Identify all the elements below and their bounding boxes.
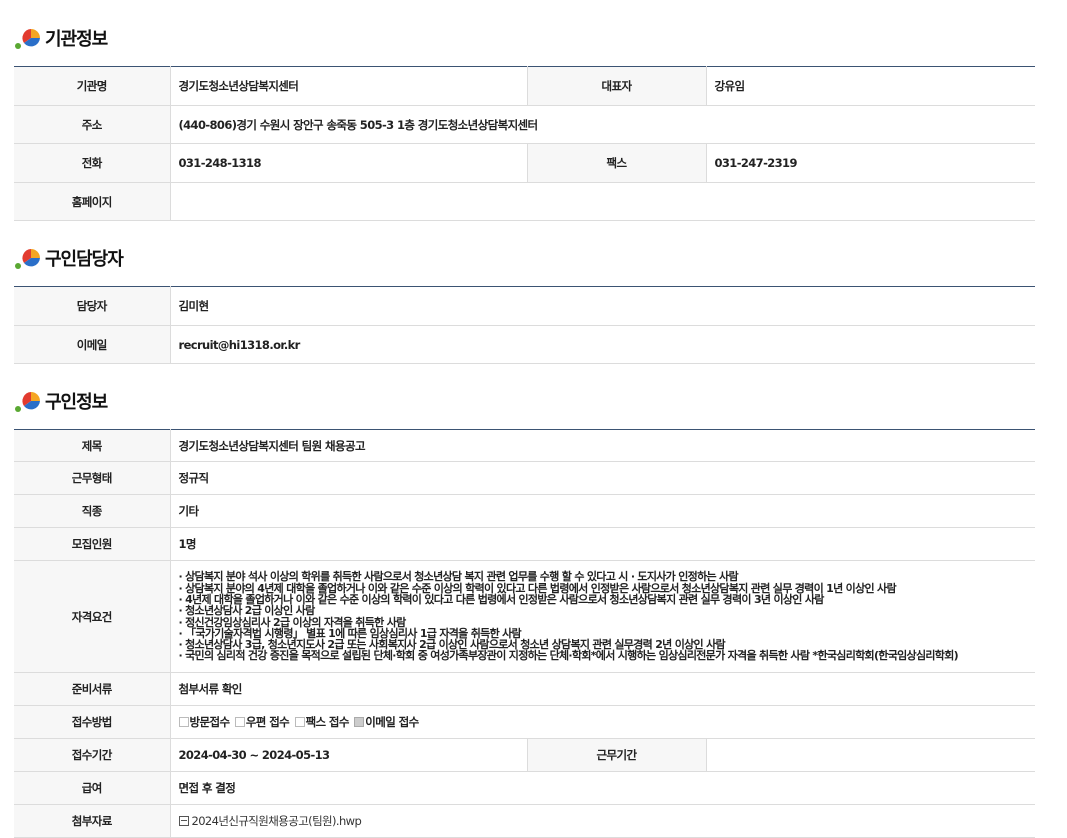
org-fax-value: 031-247-2319 — [705, 143, 1035, 183]
job-type-value: 정규직 — [169, 461, 1035, 495]
method-email[interactable]: 이메일 접수 — [354, 715, 419, 729]
job-title-label: 제목 — [14, 429, 170, 462]
checkbox-icon[interactable] — [294, 717, 305, 727]
org-rep-value: 강유임 — [705, 66, 1035, 106]
contact-email-value[interactable]: recruit@hi1318.or.kr — [169, 325, 1035, 364]
job-category-value: 기타 — [169, 494, 1035, 528]
job-attach-label: 첨부자료 — [14, 804, 170, 838]
list-item: · 국민의 심리적 건강 증진을 목적으로 설립된 단체·학회 중 여성가족부장… — [178, 649, 959, 663]
job-headcount-value: 1명 — [169, 527, 1035, 561]
job-docs-value: 첨부서류 확인 — [169, 672, 1035, 706]
table-row: 자격요건 · 상담복지 분야 석사 이상의 학위를 취득한 사람으로서 청소년상… — [14, 560, 1036, 673]
job-info-table: 제목 경기도청소년상담복지센터 팀원 채용공고 근무형태 정규직 직종 기타 모… — [14, 429, 1035, 838]
checkbox-icon[interactable] — [178, 717, 189, 727]
contact-person-value: 김미현 — [169, 286, 1035, 326]
contact-info-table: 담당자 김미현 이메일 recruit@hi1318.or.kr — [14, 286, 1035, 364]
checkbox-icon[interactable] — [354, 717, 365, 727]
job-title-value: 경기도청소년상담복지센터 팀원 채용공고 — [169, 429, 1035, 462]
table-row: 모집인원 1명 — [14, 527, 1035, 561]
table-row: 담당자 김미현 — [14, 286, 1035, 326]
job-logo-icon — [15, 392, 40, 412]
table-row: 기관명 경기도청소년상담복지센터 대표자 강유임 — [14, 66, 1035, 106]
file-icon — [178, 816, 189, 826]
org-phone-value: 031-248-1318 — [169, 143, 527, 183]
section-title-contact-text: 구인담당자 — [45, 249, 124, 270]
method-email-label: 이메일 접수 — [365, 715, 419, 729]
job-salary-label: 급여 — [14, 771, 170, 805]
table-row: 이메일 recruit@hi1318.or.kr — [14, 325, 1035, 364]
method-fax[interactable]: 팩스 접수 — [294, 715, 350, 729]
job-period-label: 접수기간 — [14, 738, 170, 772]
table-row: 접수방법 방문접수 우편 접수 팩스 접수 이메일 접수 — [14, 705, 1035, 739]
job-type-label: 근무형태 — [14, 461, 170, 495]
job-qual-value: · 상담복지 분야 석사 이상의 학위를 취득한 사람으로서 청소년상담 복지 … — [169, 560, 1036, 673]
section-title-org-text: 기관정보 — [45, 29, 108, 50]
org-name-value: 경기도청소년상담복지센터 — [169, 66, 527, 106]
table-row: 근무형태 정규직 — [14, 461, 1035, 495]
org-phone-label: 전화 — [14, 143, 170, 183]
table-row: 준비서류 첨부서류 확인 — [14, 672, 1035, 706]
method-visit-label: 방문접수 — [189, 715, 231, 729]
table-row: 첨부자료 2024년신규직원채용공고(팀원).hwp — [14, 804, 1035, 838]
table-row: 직종 기타 — [14, 494, 1035, 528]
list-item: · 상담복지 분야 석사 이상의 학위를 취득한 사람으로서 청소년상담 복지 … — [178, 570, 739, 584]
job-work-period-value — [705, 738, 1035, 772]
job-method-label: 접수방법 — [14, 705, 170, 739]
job-salary-value: 면접 후 결정 — [169, 771, 1035, 805]
org-info-table: 기관명 경기도청소년상담복지센터 대표자 강유임 주소 (440-806)경기 … — [14, 66, 1035, 221]
job-attach-value: 2024년신규직원채용공고(팀원).hwp — [169, 804, 1035, 838]
job-work-period-label: 근무기간 — [526, 738, 706, 772]
table-row: 제목 경기도청소년상담복지센터 팀원 채용공고 — [14, 429, 1035, 462]
qualification-list: · 상담복지 분야 석사 이상의 학위를 취득한 사람으로서 청소년상담 복지 … — [178, 570, 1036, 663]
method-mail-label: 우편 접수 — [245, 715, 290, 729]
org-address-value: (440-806)경기 수원시 장안구 송죽동 505-3 1층 경기도청소년상… — [169, 105, 1035, 144]
attachment-link[interactable]: 2024년신규직원채용공고(팀원).hwp — [192, 814, 362, 828]
section-title-contact: 구인담당자 — [14, 245, 124, 271]
table-row: 전화 031-248-1318 팩스 031-247-2319 — [14, 143, 1035, 183]
contact-logo-icon — [15, 249, 40, 269]
table-row: 접수기간 2024-04-30 ~ 2024-05-13 근무기간 — [14, 738, 1035, 772]
job-docs-label: 준비서류 — [14, 672, 170, 706]
org-homepage-label: 홈페이지 — [14, 182, 170, 221]
section-title-job-text: 구인정보 — [45, 392, 108, 413]
org-name-label: 기관명 — [14, 66, 170, 106]
org-rep-label: 대표자 — [526, 66, 706, 106]
checkbox-icon[interactable] — [234, 717, 245, 727]
job-headcount-label: 모집인원 — [14, 527, 170, 561]
org-fax-label: 팩스 — [526, 143, 706, 183]
org-homepage-value[interactable] — [169, 182, 1035, 221]
job-category-label: 직종 — [14, 494, 170, 528]
job-method-value: 방문접수 우편 접수 팩스 접수 이메일 접수 — [169, 705, 1035, 739]
org-address-label: 주소 — [14, 105, 170, 144]
job-qual-label: 자격요건 — [14, 560, 170, 673]
list-item: · 청소년상담사 2급 이상인 사람 — [178, 604, 316, 618]
method-visit[interactable]: 방문접수 — [178, 715, 231, 729]
method-mail[interactable]: 우편 접수 — [234, 715, 290, 729]
table-row: 주소 (440-806)경기 수원시 장안구 송죽동 505-3 1층 경기도청… — [14, 105, 1035, 144]
method-fax-label: 팩스 접수 — [305, 715, 350, 729]
table-row: 급여 면접 후 결정 — [14, 771, 1035, 805]
table-row: 홈페이지 — [14, 182, 1035, 221]
org-logo-icon — [15, 29, 40, 49]
section-title-job: 구인정보 — [14, 388, 108, 414]
contact-person-label: 담당자 — [14, 286, 170, 326]
contact-email-label: 이메일 — [14, 325, 170, 364]
job-period-value: 2024-04-30 ~ 2024-05-13 — [169, 738, 527, 772]
section-title-org: 기관정보 — [14, 25, 108, 51]
